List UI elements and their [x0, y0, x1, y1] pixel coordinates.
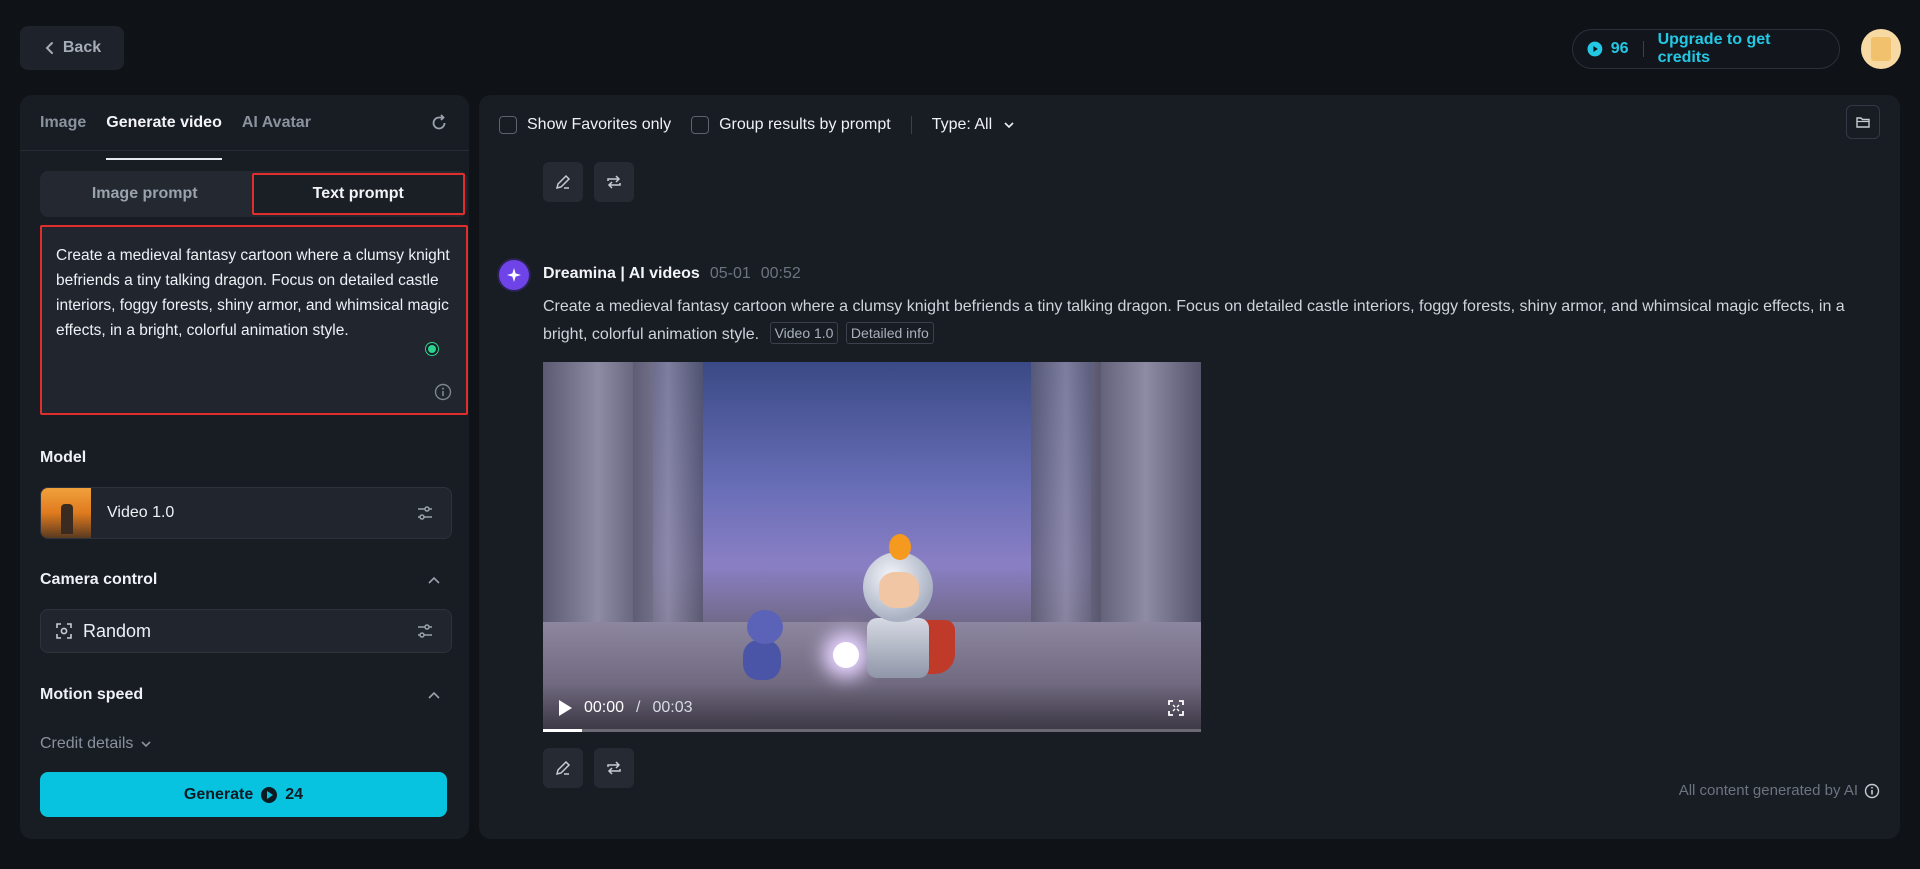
prompt-type-toggle: Image prompt Text prompt [40, 171, 467, 217]
video-scene [853, 534, 955, 692]
generate-label: Generate [183, 785, 254, 803]
generate-button[interactable]: Generate 24 [40, 772, 447, 817]
post-date: 05-01 [709, 265, 751, 282]
fullscreen-icon[interactable] [1167, 699, 1185, 717]
credits-pill[interactable]: 96 Upgrade to get credits [1572, 29, 1840, 69]
group-checkbox[interactable] [691, 116, 710, 134]
camera-focus-icon [56, 623, 72, 639]
results-panel: Show Favorites only Group results by pro… [479, 95, 1900, 839]
ai-disclaimer: All content generated by AI [1679, 782, 1880, 799]
filter-bar: Show Favorites only Group results by pro… [499, 109, 1016, 141]
post-header: Dreamina | AI videos 05-01 00:52 [543, 265, 801, 283]
group-label[interactable]: Group results by prompt [719, 116, 891, 134]
credit-details-toggle[interactable]: Credit details [40, 735, 153, 753]
text-prompt-button[interactable]: Text prompt [251, 173, 465, 215]
chevron-down-icon [141, 741, 151, 748]
edit-button[interactable] [543, 748, 583, 788]
credit-details-label: Credit details [40, 735, 134, 752]
camera-control-title: Camera control [40, 571, 158, 588]
chevron-down-icon[interactable] [1002, 118, 1016, 132]
dreamina-logo-icon [499, 260, 529, 290]
repeat-icon [607, 761, 621, 775]
folder-button[interactable] [1846, 105, 1880, 139]
status-dot [426, 343, 438, 355]
tab-ai-avatar[interactable]: AI Avatar [242, 111, 311, 151]
prompt-textarea[interactable]: Create a medieval fantasy cartoon where … [40, 225, 468, 415]
generate-cost: 24 [285, 785, 304, 803]
folder-icon [1856, 117, 1870, 128]
motion-speed-title: Motion speed [40, 686, 144, 703]
video-current-time: 00:00 [584, 699, 625, 716]
model-name: Video 1.0 [107, 504, 175, 521]
video-controls: 00:00 / 00:03 [543, 684, 1201, 732]
camera-control-value: Random [83, 620, 152, 641]
slider-icon[interactable] [415, 621, 435, 641]
chevron-up-icon[interactable] [426, 688, 442, 704]
camera-control-selector[interactable]: Random [40, 609, 452, 653]
video-total-time: 00:03 [652, 699, 693, 716]
tabs-divider [20, 150, 469, 151]
model-title: Model [40, 449, 87, 466]
video-scene [733, 610, 793, 690]
chevron-left-icon [45, 42, 53, 54]
model-thumbnail [41, 488, 91, 538]
info-icon[interactable] [434, 383, 452, 401]
video-player[interactable]: 00:00 / 00:03 [543, 362, 1201, 732]
upgrade-link[interactable]: Upgrade to get credits [1658, 31, 1825, 67]
generation-panel: Image Generate video AI Avatar Image pro… [20, 95, 469, 839]
edit-icon [555, 760, 571, 776]
post-time: 00:52 [760, 265, 801, 282]
tab-generate-video[interactable]: Generate video [106, 111, 222, 160]
credit-icon [1587, 41, 1603, 57]
model-tag[interactable]: Video 1.0 [769, 322, 839, 344]
video-progress-bar[interactable] [543, 729, 1201, 732]
divider [910, 116, 912, 134]
post-prompt-text: Create a medieval fantasy cartoon where … [543, 298, 1845, 343]
avatar[interactable] [1861, 29, 1901, 69]
back-button[interactable]: Back [20, 26, 124, 70]
slider-icon[interactable] [415, 503, 435, 523]
info-icon[interactable] [1864, 783, 1880, 799]
post-prompt: Create a medieval fantasy cartoon where … [543, 293, 1863, 349]
favorites-checkbox[interactable] [499, 116, 517, 134]
refresh-icon[interactable] [429, 113, 449, 133]
video-time-separator: / [636, 699, 641, 716]
favorites-label[interactable]: Show Favorites only [527, 116, 671, 134]
prompt-text: Create a medieval fantasy cartoon where … [56, 247, 450, 339]
credits-count: 96 [1610, 40, 1629, 57]
model-selector[interactable]: Video 1.0 [40, 487, 452, 539]
mode-tabs: Image Generate video AI Avatar [40, 111, 311, 160]
regenerate-button[interactable] [594, 162, 634, 202]
tab-image[interactable]: Image [40, 111, 86, 151]
detailed-info-tag[interactable]: Detailed info [845, 322, 934, 344]
regenerate-button[interactable] [594, 748, 634, 788]
video-progress-fill [543, 729, 583, 732]
edit-button[interactable] [543, 162, 583, 202]
divider [1642, 41, 1644, 57]
credit-icon [261, 786, 278, 803]
chevron-up-icon[interactable] [426, 573, 442, 589]
ai-disclaimer-text: All content generated by AI [1678, 782, 1858, 799]
image-prompt-button[interactable]: Image prompt [40, 171, 250, 217]
play-icon[interactable] [559, 700, 572, 716]
post-author: Dreamina | AI videos [543, 265, 700, 282]
type-filter-dropdown[interactable]: Type: All [932, 116, 992, 134]
edit-icon [555, 174, 571, 190]
repeat-icon [607, 175, 621, 189]
back-label: Back [62, 39, 102, 56]
